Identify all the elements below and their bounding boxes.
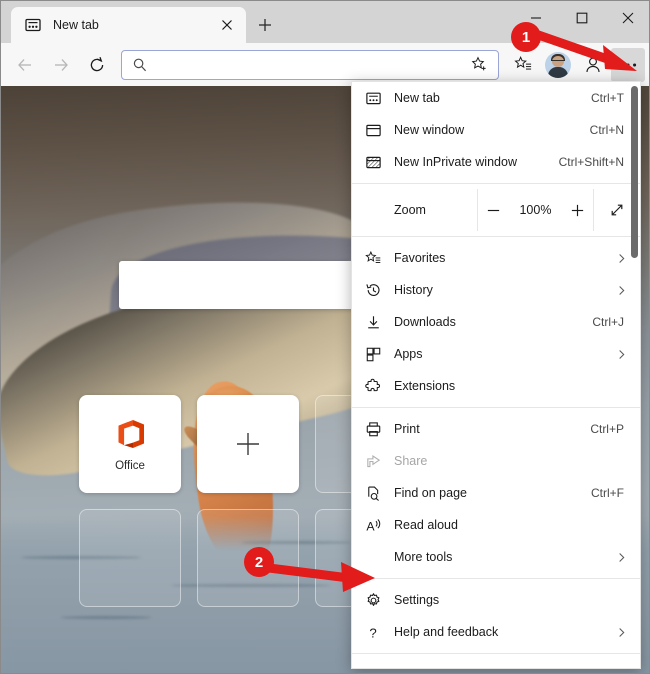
menu-item-label: History — [394, 283, 433, 297]
address-bar[interactable] — [121, 49, 499, 80]
menu-item-label: Favorites — [394, 251, 446, 265]
svg-text:A: A — [366, 519, 375, 533]
refresh-button[interactable] — [81, 49, 113, 81]
zoom-out-button[interactable] — [486, 203, 501, 218]
address-input[interactable] — [148, 57, 466, 72]
menu-item-apps[interactable]: Apps — [352, 338, 640, 370]
apps-icon — [352, 346, 394, 363]
menu-item-print[interactable]: Print Ctrl+P — [352, 413, 640, 445]
add-quick-link-button[interactable] — [197, 395, 299, 493]
favorites-icon — [352, 250, 394, 267]
new-tab-icon — [352, 90, 394, 107]
read-aloud-icon: A — [352, 517, 394, 534]
zoom-value: 100% — [519, 203, 552, 217]
help-icon: ? — [352, 624, 394, 641]
menu-item-label: New window — [394, 123, 465, 137]
menu-item-shortcut: Ctrl+F — [591, 486, 624, 500]
find-icon — [352, 485, 394, 502]
menu-item-find-on-page[interactable]: Find on page Ctrl+F — [352, 477, 640, 509]
menu-zoom-row: Zoom 100% — [352, 189, 640, 231]
menu-item-close-microsoft-edge[interactable]: Close Microsoft Edge — [352, 659, 640, 669]
menu-item-label: Settings — [394, 593, 440, 607]
extensions-icon — [352, 378, 394, 395]
add-favorite-icon[interactable] — [466, 52, 492, 78]
svg-text:?: ? — [369, 625, 376, 640]
menu-item-extensions[interactable]: Extensions — [352, 370, 640, 402]
new-tab-button[interactable] — [251, 12, 279, 38]
menu-item-read-aloud[interactable]: A Read aloud — [352, 509, 640, 541]
zoom-label: Zoom — [352, 189, 478, 231]
inprivate-icon — [352, 154, 394, 171]
downloads-icon — [352, 314, 394, 331]
zoom-in-button[interactable] — [570, 203, 585, 218]
menu-item-label: Downloads — [394, 315, 456, 329]
menu-separator — [352, 183, 640, 184]
menu-item-label: Apps — [394, 347, 423, 361]
menu-item-downloads[interactable]: Downloads Ctrl+J — [352, 306, 640, 338]
menu-item-label: New InPrivate window — [394, 155, 517, 169]
annotation-badge-1: 1 — [511, 22, 541, 52]
menu-item-shortcut: Ctrl+T — [591, 91, 624, 105]
menu-item-more-tools[interactable]: More tools — [352, 541, 640, 573]
edge-main-menu: New tab Ctrl+T New window Ctrl+N New InP… — [351, 81, 641, 669]
menu-item-label: Print — [394, 422, 420, 436]
chevron-right-icon — [612, 627, 630, 638]
menu-item-new-window[interactable]: New window Ctrl+N — [352, 114, 640, 146]
chevron-right-icon — [612, 552, 630, 563]
office-logo — [113, 417, 147, 451]
menu-item-history[interactable]: History — [352, 274, 640, 306]
annotation-arrow-2 — [264, 562, 375, 592]
quick-link-label: Office — [115, 459, 145, 472]
menu-item-label: Read aloud — [394, 518, 458, 532]
share-icon — [352, 453, 394, 470]
menu-item-settings[interactable]: Settings — [352, 584, 640, 616]
menu-item-new-tab[interactable]: New tab Ctrl+T — [352, 82, 640, 114]
search-icon — [132, 57, 148, 73]
plus-icon — [235, 431, 261, 457]
close-icon[interactable] — [216, 14, 238, 36]
chevron-right-icon — [612, 285, 630, 296]
menu-scrollbar[interactable] — [631, 86, 638, 258]
quick-link-placeholder — [79, 509, 181, 607]
menu-item-shortcut: Ctrl+P — [590, 422, 624, 436]
menu-separator — [352, 653, 640, 654]
menu-item-favorites[interactable]: Favorites — [352, 242, 640, 274]
menu-separator — [352, 407, 640, 408]
history-icon — [352, 282, 394, 299]
tab-title: New tab — [53, 18, 99, 32]
menu-item-label: New tab — [394, 91, 440, 105]
print-icon — [352, 421, 394, 438]
menu-item-shortcut: Ctrl+N — [589, 123, 624, 137]
menu-separator — [352, 236, 640, 237]
quick-link-office[interactable]: Office — [79, 395, 181, 493]
menu-separator — [352, 578, 640, 579]
new-tab-icon — [23, 15, 43, 35]
menu-item-new-inprivate-window[interactable]: New InPrivate window Ctrl+Shift+N — [352, 146, 640, 178]
back-button[interactable] — [9, 49, 41, 81]
chevron-right-icon — [612, 253, 630, 264]
menu-item-label: Help and feedback — [394, 625, 499, 639]
chevron-right-icon — [612, 349, 630, 360]
forward-button[interactable] — [45, 49, 77, 81]
menu-item-label: Extensions — [394, 379, 456, 393]
annotation-badge-2: 2 — [244, 547, 274, 577]
menu-item-shortcut: Ctrl+J — [592, 315, 624, 329]
menu-item-label: More tools — [394, 550, 453, 564]
menu-item-label: Close Microsoft Edge — [394, 668, 630, 669]
menu-item-share: Share — [352, 445, 640, 477]
browser-tab[interactable]: New tab — [11, 7, 246, 43]
menu-item-label: Share — [394, 454, 428, 468]
new-window-icon — [352, 122, 394, 139]
edge-browser-window: New tab Office New tab Ctrl+T New window… — [0, 0, 650, 674]
menu-item-help-and-feedback[interactable]: ? Help and feedback — [352, 616, 640, 648]
zoom-controls: 100% — [478, 189, 594, 231]
menu-item-label: Find on page — [394, 486, 467, 500]
menu-item-shortcut: Ctrl+Shift+N — [558, 155, 624, 169]
